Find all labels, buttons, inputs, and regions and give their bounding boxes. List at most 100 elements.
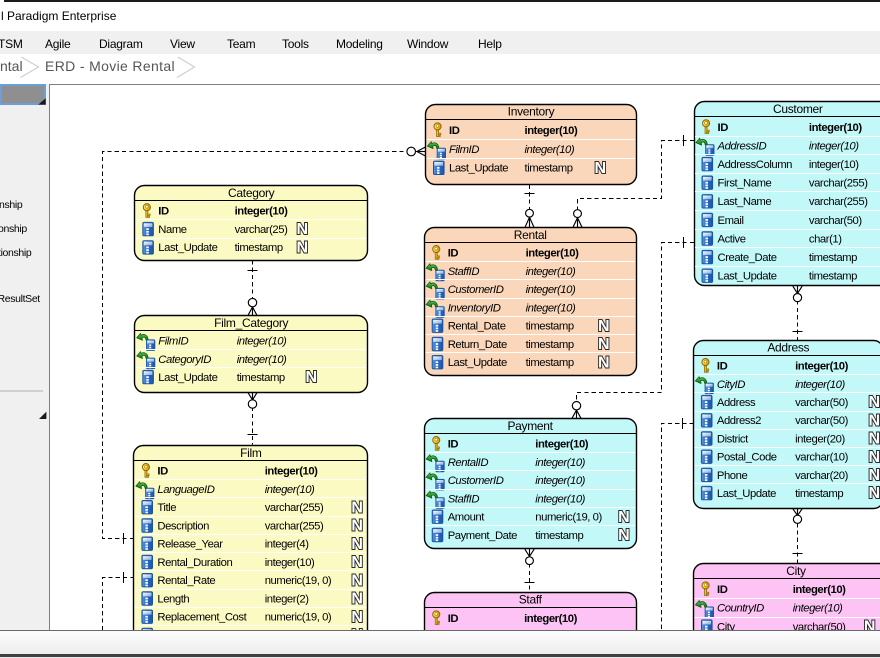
svg-text:integer(2): integer(2) <box>265 593 310 605</box>
svg-text:CustomerID: CustomerID <box>448 284 504 296</box>
svg-text:Create_Date: Create_Date <box>718 252 777 264</box>
svg-text:numeric(19, 0): numeric(19, 0) <box>535 512 602 524</box>
svg-text:integer(10): integer(10) <box>535 493 585 505</box>
svg-text:N: N <box>297 221 309 238</box>
svg-text:integer(10): integer(10) <box>795 361 848 373</box>
svg-text:N: N <box>595 160 607 177</box>
svg-text:Active: Active <box>718 233 746 245</box>
svg-text:varchar(255): varchar(255) <box>809 196 868 208</box>
svg-text:Last_Update: Last_Update <box>449 163 508 175</box>
svg-text:integer(10): integer(10) <box>265 466 318 478</box>
svg-text:FilmID: FilmID <box>158 336 188 348</box>
svg-text:N: N <box>869 431 880 448</box>
svg-text:N: N <box>351 572 363 589</box>
svg-text:Customer: Customer <box>773 102 823 116</box>
svg-text:CityID: CityID <box>717 379 745 391</box>
svg-text:Address: Address <box>767 341 809 355</box>
svg-text:ID: ID <box>449 125 460 137</box>
svg-text:integer(10): integer(10) <box>526 248 579 260</box>
svg-text:timestamp: timestamp <box>237 372 285 384</box>
svg-text:timestamp: timestamp <box>809 271 857 283</box>
svg-text:timestamp: timestamp <box>526 357 574 369</box>
svg-text:Release_Year: Release_Year <box>157 539 223 551</box>
svg-text:Last_Update: Last_Update <box>158 242 217 254</box>
svg-text:varchar(50): varchar(50) <box>795 397 848 409</box>
svg-text:varchar(50): varchar(50) <box>809 215 862 227</box>
svg-text:integer(10): integer(10) <box>525 144 575 156</box>
svg-text:StaffID: StaffID <box>448 266 480 278</box>
svg-text:ID: ID <box>717 361 728 373</box>
svg-text:integer(10): integer(10) <box>235 206 288 218</box>
svg-text:FilmID: FilmID <box>449 144 479 156</box>
svg-text:varchar(255): varchar(255) <box>265 520 324 532</box>
svg-text:varchar(50): varchar(50) <box>795 415 848 427</box>
svg-text:Last_Update: Last_Update <box>718 271 777 283</box>
svg-text:N: N <box>598 354 610 371</box>
svg-text:integer(10): integer(10) <box>793 603 843 615</box>
svg-text:CountryID: CountryID <box>717 603 764 615</box>
svg-text:numeric(19, 0): numeric(19, 0) <box>265 612 332 624</box>
svg-text:varchar(255): varchar(255) <box>809 178 868 190</box>
svg-text:N: N <box>869 485 880 502</box>
svg-text:timestamp: timestamp <box>809 252 857 264</box>
svg-text:CategoryID: CategoryID <box>158 354 211 366</box>
svg-text:numeric(19, 0): numeric(19, 0) <box>265 575 332 587</box>
svg-text:integer(10): integer(10) <box>237 336 287 348</box>
svg-text:ID: ID <box>158 206 169 218</box>
svg-text:N: N <box>351 554 363 571</box>
svg-text:varchar(20): varchar(20) <box>795 470 848 482</box>
svg-text:integer(10): integer(10) <box>525 125 578 137</box>
svg-text:integer(10): integer(10) <box>535 475 585 487</box>
svg-text:Phone: Phone <box>717 470 748 482</box>
svg-text:timestamp: timestamp <box>526 321 574 333</box>
svg-text:Payment_Date: Payment_Date <box>448 530 517 542</box>
svg-text:Last_Name: Last_Name <box>718 196 772 208</box>
svg-text:N: N <box>351 609 363 626</box>
svg-text:RentalID: RentalID <box>448 457 489 469</box>
svg-text:ID: ID <box>718 122 729 134</box>
svg-text:Address: Address <box>717 397 756 409</box>
svg-text:N: N <box>351 536 363 553</box>
svg-text:Payment: Payment <box>507 419 553 433</box>
svg-text:Last_Update: Last_Update <box>448 357 507 369</box>
svg-text:Staff: Staff <box>519 593 543 607</box>
svg-text:AddressColumn: AddressColumn <box>718 159 793 171</box>
svg-text:Name: Name <box>158 224 187 236</box>
svg-text:City: City <box>786 564 806 578</box>
svg-text:District: District <box>717 433 749 445</box>
svg-text:varchar(255): varchar(255) <box>265 502 324 514</box>
svg-text:N: N <box>864 619 876 631</box>
svg-text:integer(10): integer(10) <box>535 439 588 451</box>
svg-text:integer(10): integer(10) <box>265 484 315 496</box>
svg-text:ID: ID <box>448 439 459 451</box>
svg-text:ID: ID <box>157 466 168 478</box>
svg-text:integer(10): integer(10) <box>526 266 576 278</box>
svg-text:Address2: Address2 <box>717 415 761 427</box>
svg-text:N: N <box>598 318 610 335</box>
svg-text:Email: Email <box>718 215 744 227</box>
svg-text:Rental_Duration: Rental_Duration <box>157 557 232 569</box>
svg-text:CustomerID: CustomerID <box>448 475 504 487</box>
svg-text:N: N <box>306 369 318 386</box>
svg-text:timestamp: timestamp <box>535 530 583 542</box>
svg-text:N: N <box>351 499 363 516</box>
svg-text:integer(10): integer(10) <box>809 140 859 152</box>
svg-text:ID: ID <box>448 248 459 260</box>
svg-text:Return_Date: Return_Date <box>448 339 507 351</box>
svg-text:integer(20): integer(20) <box>795 433 845 445</box>
svg-text:integer(10): integer(10) <box>809 122 862 134</box>
svg-text:N: N <box>351 591 363 608</box>
svg-text:Postal_Code: Postal_Code <box>717 452 777 464</box>
svg-text:varchar(25): varchar(25) <box>235 224 288 236</box>
svg-text:integer(10): integer(10) <box>795 379 845 391</box>
svg-text:Category: Category <box>228 186 275 200</box>
svg-text:integer(10): integer(10) <box>265 557 315 569</box>
svg-text:Amount: Amount <box>448 512 486 524</box>
svg-text:Last_Update: Last_Update <box>158 372 217 384</box>
svg-text:integer(10): integer(10) <box>809 159 859 171</box>
svg-text:Rental: Rental <box>514 228 547 242</box>
svg-text:InventoryID: InventoryID <box>448 302 501 314</box>
svg-text:integer(4): integer(4) <box>265 539 310 551</box>
svg-text:StaffID: StaffID <box>448 493 480 505</box>
svg-text:char(1): char(1) <box>809 233 842 245</box>
